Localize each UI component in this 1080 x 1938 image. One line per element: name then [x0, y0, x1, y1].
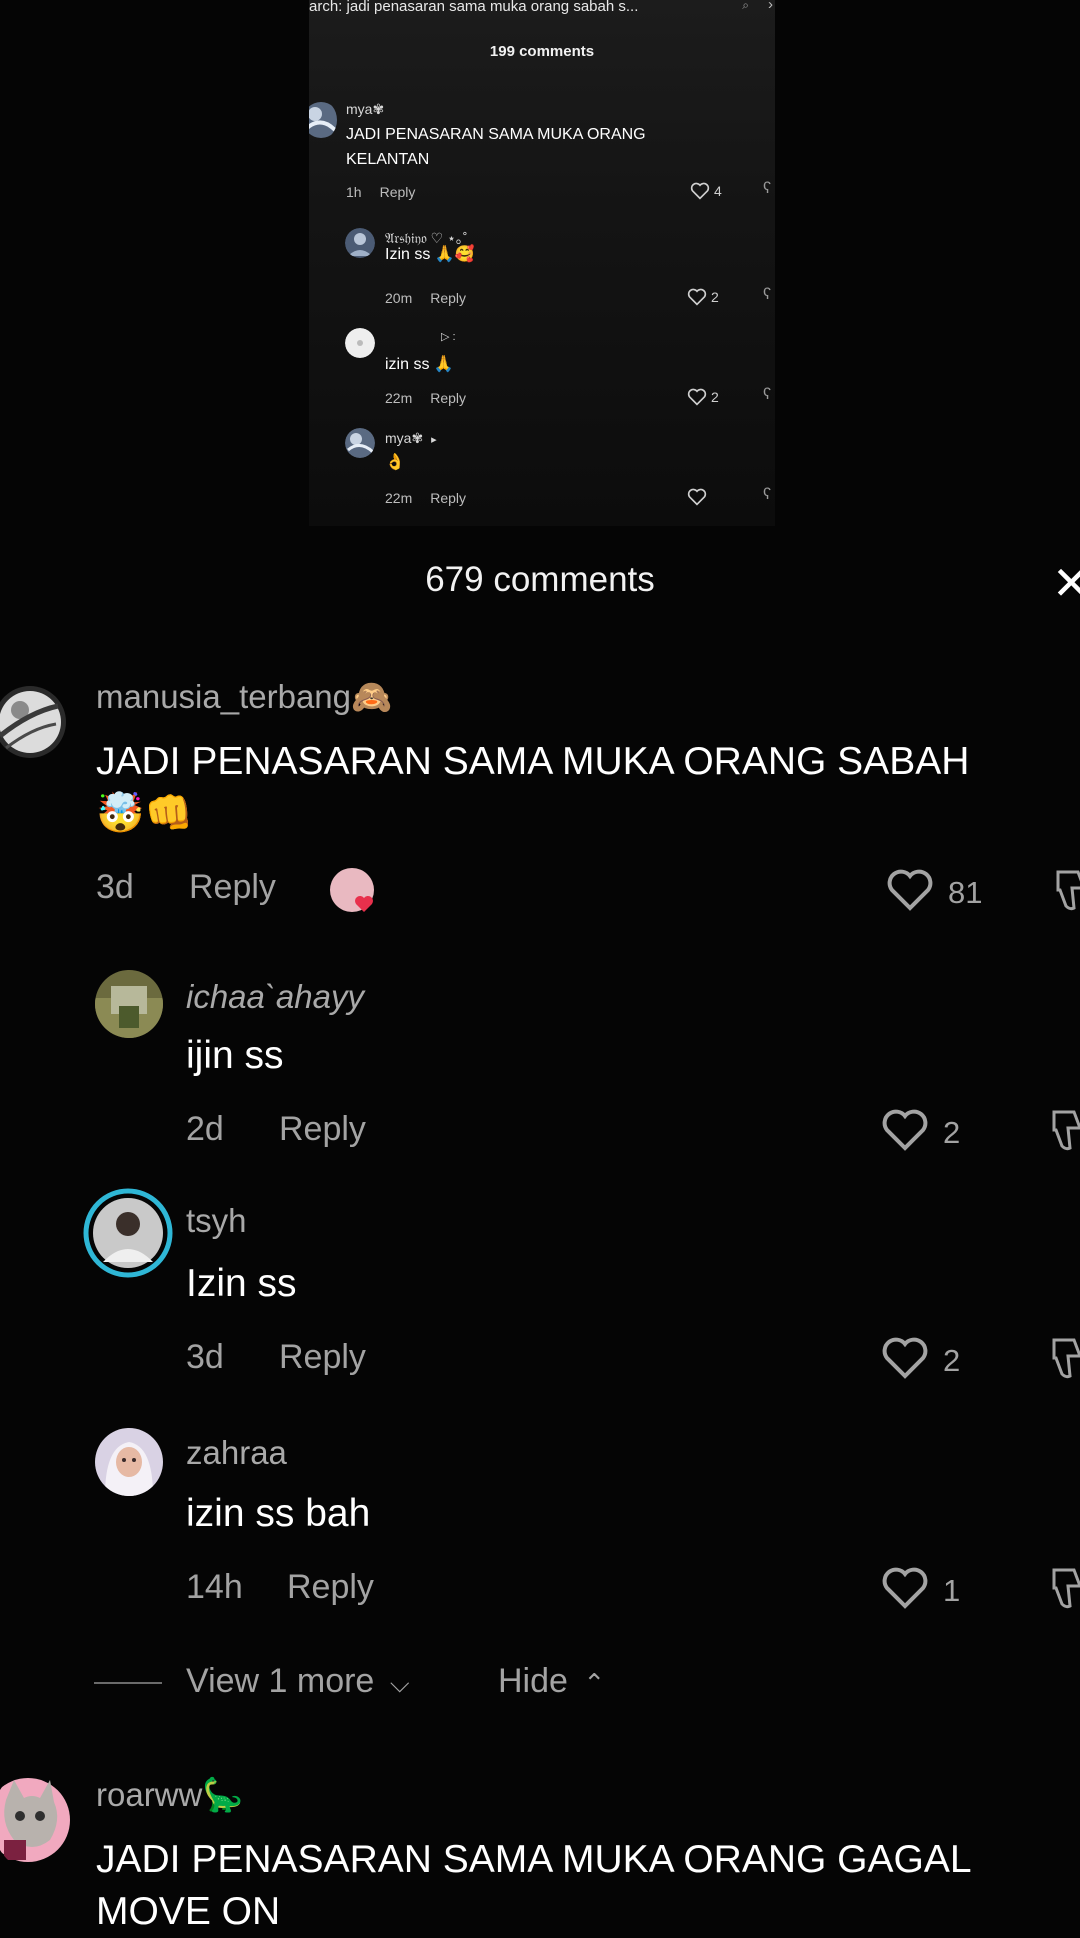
comment-meta: 1h Reply — [346, 184, 416, 200]
heart-icon — [882, 1109, 928, 1151]
like-button[interactable]: 2 — [881, 1336, 960, 1380]
view-more-replies-button[interactable]: View 1 more ⌵ — [94, 1662, 410, 1701]
close-icon[interactable]: ✕ — [1052, 560, 1080, 606]
dislike-icon[interactable] — [1050, 1108, 1080, 1159]
heart-icon — [687, 288, 707, 306]
heart-icon — [882, 1567, 928, 1609]
like-button[interactable] — [687, 488, 711, 506]
dislike-icon[interactable]: ʕ — [763, 286, 771, 304]
heart-icon — [687, 488, 707, 506]
heart-icon — [887, 869, 933, 911]
search-icon: ⌕ — [742, 0, 749, 12]
heart-icon — [690, 182, 710, 200]
embedded-comment: mya✾ ▸ 👌 22m Reply ʕ — [309, 426, 775, 516]
comment-text: ijin ss — [186, 1034, 284, 1077]
avatar[interactable] — [0, 672, 70, 772]
embedded-screenshot: arch: jadi penasaran sama muka orang sab… — [309, 0, 775, 526]
chevron-up-icon: ⌃ — [583, 1668, 606, 1698]
like-button[interactable]: 4 — [690, 182, 722, 200]
comment: zahraa izin ss bah 14h Reply 1 — [0, 1428, 1080, 1618]
comment: ichaa`ahayy ijin ss 2d Reply 2 — [0, 970, 1080, 1160]
comment-text: JADI PENASARAN SAMA MUKA ORANG KELANTAN — [346, 126, 646, 168]
embedded-search-text: arch: jadi penasaran sama muka orang sab… — [309, 0, 639, 14]
dislike-icon[interactable] — [1054, 868, 1080, 919]
comment-time: 3d — [186, 1338, 224, 1376]
heart-icon — [882, 1337, 928, 1379]
hide-replies-button[interactable]: Hide ⌃ — [498, 1662, 605, 1701]
username: mya✾ — [346, 101, 385, 117]
like-button[interactable]: 81 — [886, 868, 982, 912]
reply-button[interactable]: Reply — [430, 290, 466, 306]
avatar — [345, 328, 375, 358]
username[interactable]: roarww🦕 — [96, 1776, 243, 1815]
chevron-right-icon: › — [768, 0, 773, 13]
comment-time: 14h — [186, 1568, 243, 1606]
like-button[interactable]: 2 — [881, 1108, 960, 1152]
avatar — [345, 228, 375, 258]
avatar[interactable] — [95, 1428, 163, 1496]
comment-meta: 20m Reply — [385, 290, 467, 306]
comment-meta: 22m Reply — [385, 490, 467, 506]
dislike-icon[interactable] — [1050, 1336, 1080, 1387]
comment-time: 3d — [96, 868, 134, 906]
comments-count-title: 679 comments — [425, 560, 655, 599]
like-count: 81 — [948, 875, 983, 910]
avatar[interactable] — [0, 1770, 72, 1870]
avatar — [345, 428, 375, 458]
comment-text: 👌 — [385, 454, 405, 471]
username[interactable]: zahraa — [186, 1434, 287, 1472]
reply-button[interactable]: Reply — [430, 490, 466, 506]
comment-text: JADI PENASARAN SAMA MUKA ORANG GAGAL MOV… — [96, 1838, 972, 1933]
embedded-comment: ▷ : izin ss 🙏 22m Reply 2 ʕ — [309, 326, 775, 416]
avatar — [309, 100, 337, 140]
comment: roarww🦕 JADI PENASARAN SAMA MUKA ORANG G… — [0, 1770, 1080, 1933]
avatar-story-ring[interactable] — [83, 1188, 173, 1278]
reply-button[interactable]: Reply — [189, 868, 276, 907]
avatar[interactable] — [95, 970, 163, 1038]
comment-text: Izin ss — [186, 1262, 297, 1305]
username[interactable]: manusia_terbang🙈 — [96, 678, 392, 717]
dislike-icon[interactable] — [1050, 1566, 1080, 1617]
like-count: 2 — [943, 1343, 961, 1378]
comment: tsyh Izin ss 3d Reply 2 — [0, 1188, 1080, 1388]
embedded-comment: 𝔄𝔯𝔰𝔥𝔦𝔶𝔬 ♡ ⋆｡˚ Izin ss 🙏🥰 20m Reply 2 ʕ — [309, 226, 775, 316]
embedded-search-bar: arch: jadi penasaran sama muka orang sab… — [309, 0, 775, 14]
comment-emojis: 🤯👊 — [96, 792, 194, 835]
dislike-icon[interactable]: ʕ — [763, 486, 771, 504]
comment-text: Izin ss 🙏🥰 — [385, 246, 475, 263]
comment-time: 2d — [186, 1110, 224, 1148]
like-button[interactable]: 2 — [687, 288, 719, 306]
comment-meta: 22m Reply — [385, 390, 467, 406]
username: mya✾ ▸ — [385, 430, 437, 446]
embedded-comment-count: 199 comments — [489, 43, 595, 60]
username[interactable]: ichaa`ahayy — [186, 978, 364, 1016]
reply-button[interactable]: Reply — [279, 1110, 366, 1149]
reply-to-tag: ▷ : — [441, 331, 456, 343]
comment-text: izin ss 🙏 — [385, 356, 454, 373]
creator-liked-badge — [330, 868, 382, 916]
reply-button[interactable]: Reply — [279, 1338, 366, 1377]
embedded-comment: mya✾ JADI PENASARAN SAMA MUKA ORANG KELA… — [309, 98, 775, 208]
like-count: 2 — [943, 1115, 961, 1150]
comment: manusia_terbang🙈 JADI PENASARAN SAMA MUK… — [0, 672, 1080, 932]
like-button[interactable]: 1 — [881, 1566, 960, 1610]
chevron-down-icon: ⌵ — [389, 1668, 410, 1698]
reply-button[interactable]: Reply — [380, 184, 416, 200]
reply-button[interactable]: Reply — [287, 1568, 374, 1607]
like-count: 1 — [943, 1573, 961, 1608]
username[interactable]: tsyh — [186, 1202, 247, 1240]
comment-text: izin ss bah — [186, 1492, 371, 1535]
comment-text: JADI PENASARAN SAMA MUKA ORANG SABAH 🤯👊 — [96, 736, 969, 840]
dislike-icon[interactable]: ʕ — [763, 386, 771, 404]
like-button[interactable]: 2 — [687, 388, 719, 406]
heart-icon — [687, 388, 707, 406]
dislike-icon[interactable]: ʕ — [763, 180, 771, 198]
thread-divider — [94, 1682, 162, 1685]
reply-button[interactable]: Reply — [430, 390, 466, 406]
